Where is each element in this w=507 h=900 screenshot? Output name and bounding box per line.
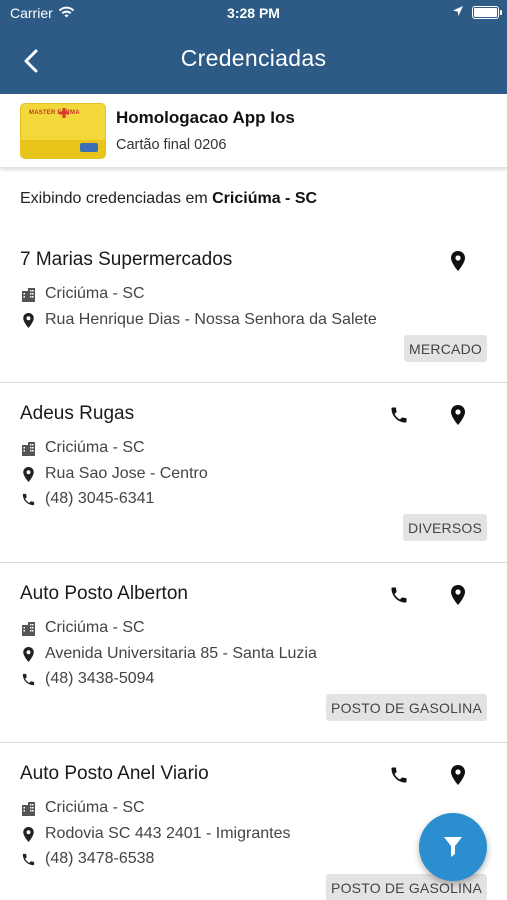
map-button[interactable] xyxy=(443,580,473,610)
phone-icon xyxy=(391,407,407,423)
building-icon xyxy=(20,286,36,302)
phone-icon xyxy=(20,491,36,507)
map-button[interactable] xyxy=(443,400,473,430)
category-badge: MERCADO xyxy=(404,335,487,362)
filter-icon xyxy=(444,837,462,857)
location-arrow-icon xyxy=(452,4,464,20)
map-pin-icon xyxy=(20,312,36,328)
map-pin-icon xyxy=(451,765,465,785)
call-button[interactable] xyxy=(384,400,414,430)
battery-icon xyxy=(472,5,502,19)
establishment-address-row: Rodovia SC 443 2401 - Imigrantes xyxy=(20,825,290,843)
map-pin-icon xyxy=(20,646,36,662)
establishment-phone-row: (48) 3478-6538 xyxy=(20,850,154,868)
establishment-city-row: Criciúma - SC xyxy=(20,619,145,637)
establishment-phone-row: (48) 3438-5094 xyxy=(20,670,154,688)
map-button[interactable] xyxy=(443,760,473,790)
status-right xyxy=(452,4,502,20)
establishment-name: 7 Marias Supermercados xyxy=(20,249,233,270)
establishment-phone: (48) 3045-6341 xyxy=(45,490,155,507)
map-pin-icon xyxy=(451,405,465,425)
filter-button[interactable] xyxy=(419,813,487,881)
establishment-name: Adeus Rugas xyxy=(20,403,135,424)
top-bar: Carrier 3:28 PM Credenciadas xyxy=(0,0,507,94)
phone-icon xyxy=(20,851,36,867)
call-button[interactable] xyxy=(384,760,414,790)
map-pin-icon xyxy=(20,466,36,482)
establishment-phone: (48) 3438-5094 xyxy=(45,670,155,687)
building-icon xyxy=(20,620,36,636)
status-bar: Carrier 3:28 PM xyxy=(0,0,507,28)
map-pin-icon xyxy=(451,251,465,271)
establishment-city: Criciúma - SC xyxy=(45,285,145,302)
establishment-address: Rodovia SC 443 2401 - Imigrantes xyxy=(45,825,291,842)
establishment-phone-row: (48) 3045-6341 xyxy=(20,490,154,508)
cross-icon xyxy=(59,108,69,118)
establishment-address-row: Rua Henrique Dias - Nossa Senhora da Sal… xyxy=(20,311,377,329)
establishment-address-row: Rua Sao Jose - Centro xyxy=(20,465,208,483)
establishment-city-row: Criciúma - SC xyxy=(20,799,145,817)
status-time: 3:28 PM xyxy=(227,5,280,21)
establishment-city: Criciúma - SC xyxy=(45,799,145,816)
navigation-bar: Credenciadas xyxy=(0,28,507,94)
establishment-city: Criciúma - SC xyxy=(45,439,145,456)
establishment-address-row: Avenida Universitaria 85 - Santa Luzia xyxy=(20,645,317,663)
map-pin-icon xyxy=(20,826,36,842)
filter-summary: Exibindo credenciadas em Criciúma - SC xyxy=(20,190,317,208)
card-number-label: Cartão final 0206 xyxy=(116,137,227,153)
page-title: Credenciadas xyxy=(180,45,327,71)
establishment-city-row: Criciúma - SC xyxy=(20,439,145,457)
filter-prefix: Exibindo credenciadas em xyxy=(20,190,208,207)
establishment-address: Rua Sao Jose - Centro xyxy=(45,465,208,482)
phone-icon xyxy=(391,587,407,603)
card-brand-mark xyxy=(80,143,98,152)
map-pin-icon xyxy=(451,585,465,605)
establishment-name: Auto Posto Anel Viario xyxy=(20,763,209,784)
establishment-address: Avenida Universitaria 85 - Santa Luzia xyxy=(45,645,317,662)
category-badge: DIVERSOS xyxy=(403,514,487,541)
category-badge: POSTO DE GASOLINA xyxy=(326,694,487,721)
card-logo: MASTER FARMA xyxy=(29,110,80,116)
establishment-city: Criciúma - SC xyxy=(45,619,145,636)
card-image: MASTER FARMA xyxy=(20,103,106,159)
phone-icon xyxy=(391,767,407,783)
establishment-name: Auto Posto Alberton xyxy=(20,583,188,604)
building-icon xyxy=(20,440,36,456)
map-button[interactable] xyxy=(443,246,473,276)
call-button[interactable] xyxy=(384,580,414,610)
card-info-bar: MASTER FARMA Homologacao App Ios Cartão … xyxy=(0,94,507,168)
establishment-item[interactable]: Auto Posto Alberton Criciúma - SC Avenid… xyxy=(0,563,507,743)
filter-city: Criciúma - SC xyxy=(212,190,318,207)
establishment-item[interactable]: 7 Marias Supermercados Criciúma - SC Rua… xyxy=(0,229,507,383)
card-holder-name: Homologacao App Ios xyxy=(116,108,295,127)
building-icon xyxy=(20,800,36,816)
establishment-item[interactable]: Adeus Rugas Criciúma - SC Rua Sao Jose -… xyxy=(0,383,507,563)
establishment-city-row: Criciúma - SC xyxy=(20,285,145,303)
establishment-phone: (48) 3478-6538 xyxy=(45,850,155,867)
phone-icon xyxy=(20,671,36,687)
establishment-address: Rua Henrique Dias - Nossa Senhora da Sal… xyxy=(45,311,377,328)
